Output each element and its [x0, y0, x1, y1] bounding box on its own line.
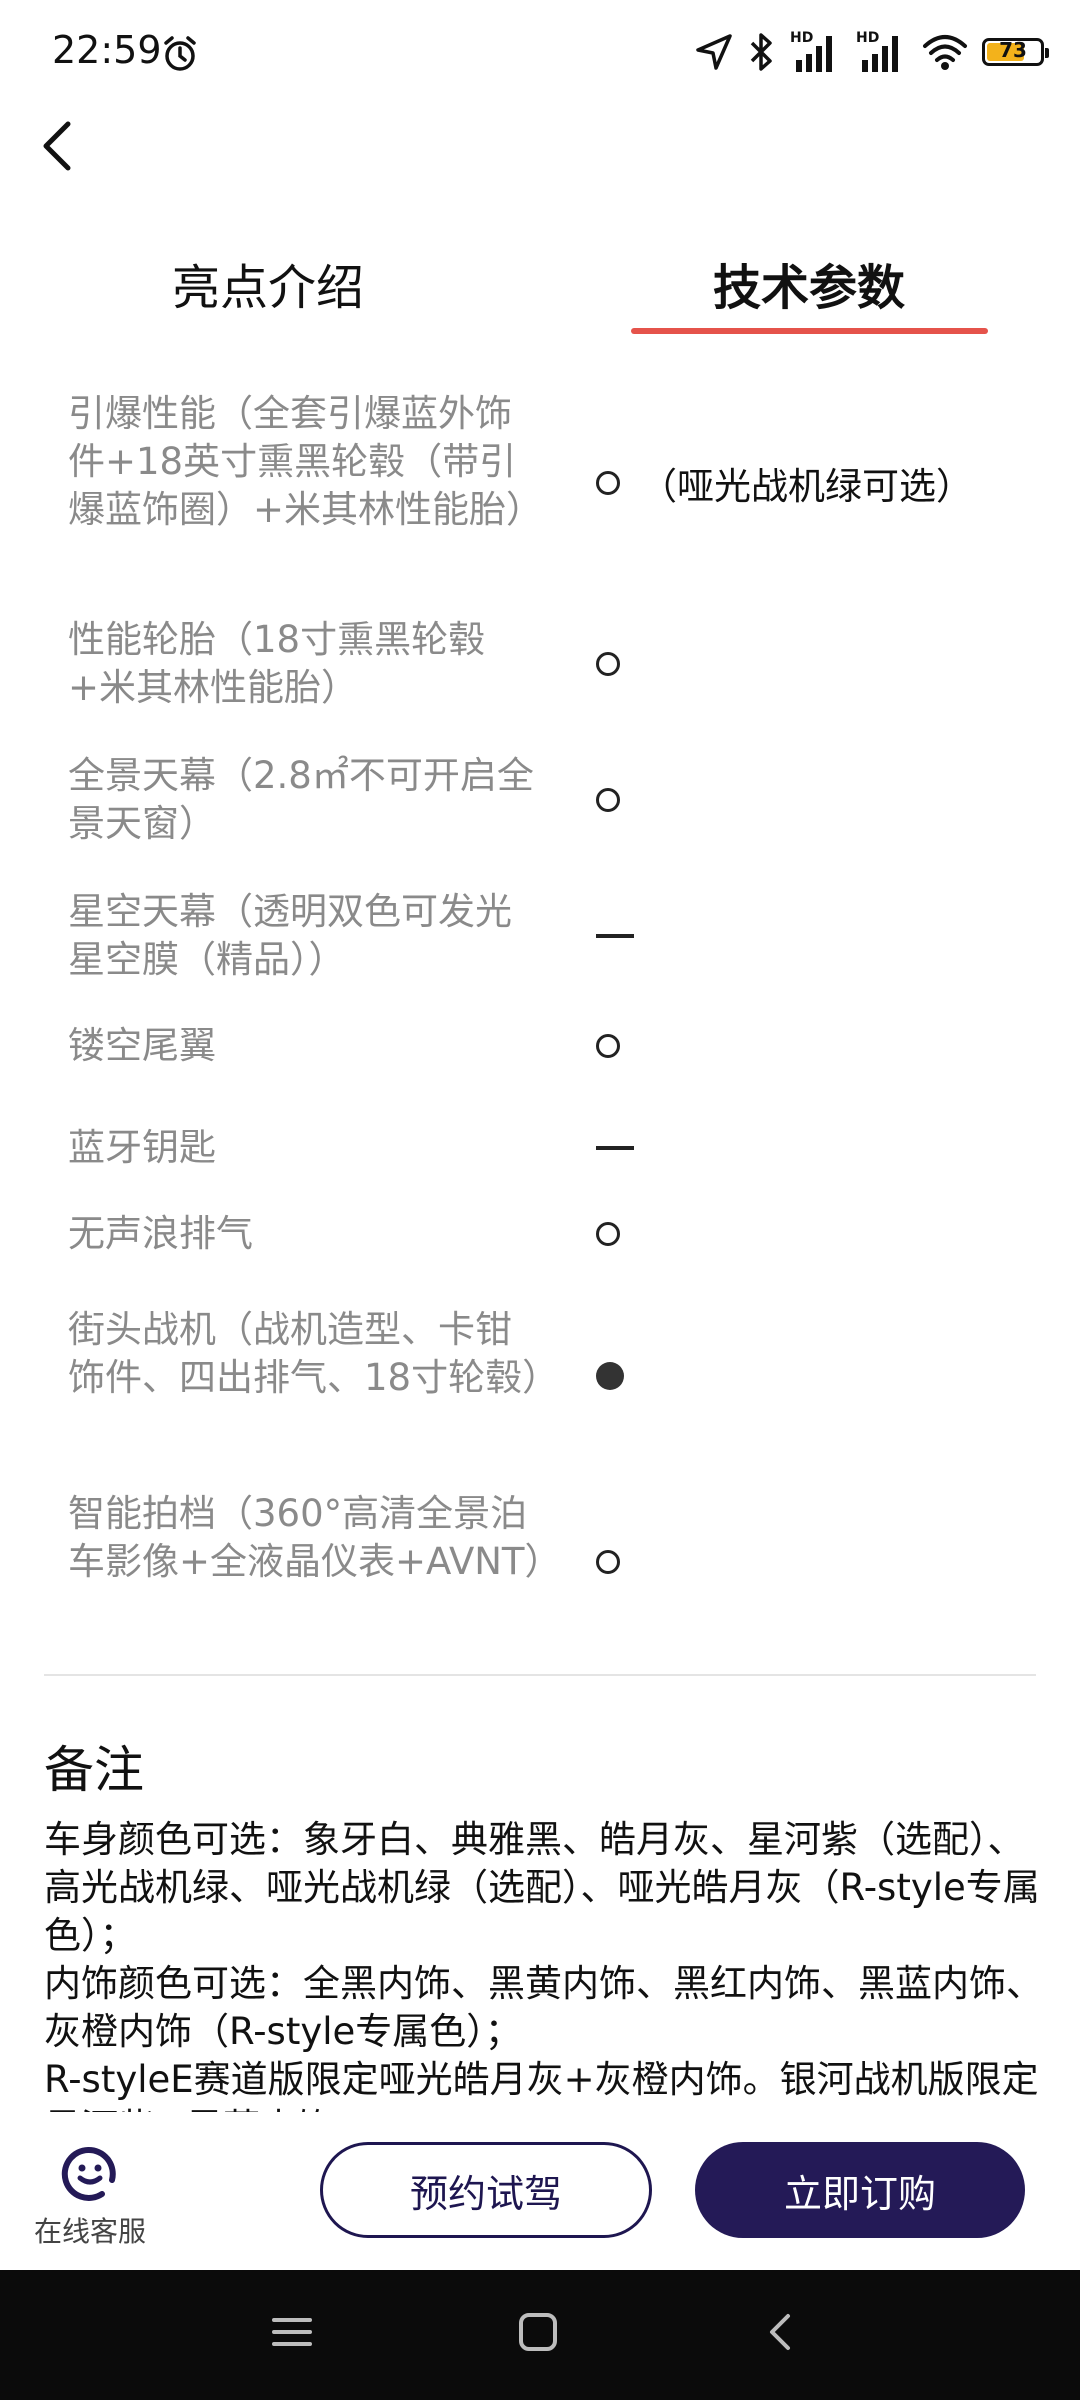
spec-row: 引爆性能（全套引爆蓝外饰件+18英寸熏黑轮毂（带引爆蓝饰圈）+米其林性能胎） （…	[0, 380, 1080, 580]
spec-row: 星空天幕（透明双色可发光星空膜（精品））	[0, 888, 1080, 998]
menu-icon[interactable]	[270, 2310, 314, 2354]
tab-specs[interactable]: 技术参数	[713, 248, 905, 318]
back-icon[interactable]	[760, 2310, 804, 2354]
optional-circle-icon	[596, 1550, 620, 1574]
spec-value	[596, 1362, 624, 1390]
system-nav-bar	[0, 2270, 1080, 2400]
spec-value	[596, 1550, 620, 1574]
optional-circle-icon	[596, 788, 620, 812]
spec-row: 街头战机（战机造型、卡钳饰件、四出排气、18寸轮毂）	[0, 1306, 1080, 1466]
wifi-icon	[923, 35, 967, 70]
online-service-button[interactable]: 在线客服	[30, 2142, 150, 2250]
spec-row: 智能拍档（360°高清全景泊车影像+全液晶仪表+AVNT）	[0, 1490, 1080, 1650]
spec-row: 镂空尾翼	[0, 1022, 1080, 1082]
signal-hd-icon: HD	[790, 30, 842, 74]
optional-circle-icon	[596, 652, 620, 676]
remarks-body: 车身颜色可选：象牙白、典雅黑、皓月灰、星河紫（选配）、高光战机绿、哑光战机绿（选…	[44, 1816, 1044, 2112]
bluetooth-icon	[750, 33, 772, 71]
spec-label: 引爆性能（全套引爆蓝外饰件+18英寸熏黑轮毂（带引爆蓝饰圈）+米其林性能胎）	[68, 392, 544, 531]
spec-value	[596, 1146, 634, 1150]
book-test-drive-button[interactable]: 预约试驾	[320, 2142, 652, 2238]
standard-dot-icon	[596, 1362, 624, 1390]
alarm-icon	[164, 36, 196, 71]
tab-highlights[interactable]: 亮点介绍	[172, 248, 364, 318]
spec-value	[596, 1222, 620, 1246]
not-available-dash-icon	[596, 934, 634, 938]
spec-row: 性能轮胎（18寸熏黑轮毂+米其林性能胎）	[0, 616, 1080, 726]
order-now-button[interactable]: 立即订购	[695, 2142, 1025, 2238]
spec-row: 全景天幕（2.8㎡不可开启全景天窗）	[0, 752, 1080, 862]
divider	[44, 1674, 1036, 1676]
spec-label: 全景天幕（2.8㎡不可开启全景天窗）	[68, 754, 534, 845]
online-service-label: 在线客服	[33, 2215, 146, 2248]
spec-value: （哑光战机绿可选）	[596, 456, 973, 510]
chevron-left-icon	[43, 121, 71, 171]
remarks-line: 车身颜色可选：象牙白、典雅黑、皓月灰、星河紫（选配）、高光战机绿、哑光战机绿（选…	[44, 1818, 1040, 1957]
optional-circle-icon	[596, 471, 620, 495]
spec-value	[596, 934, 634, 938]
not-available-dash-icon	[596, 1146, 634, 1150]
spec-value-text: （哑光战机绿可选）	[640, 465, 973, 508]
spec-row: 无声浪排气	[0, 1210, 1080, 1270]
home-icon[interactable]	[516, 2310, 560, 2354]
spec-value	[596, 788, 620, 812]
remarks-title: 备注	[44, 1741, 144, 1799]
spec-value	[596, 1034, 620, 1058]
bottom-action-bar: 在线客服 预约试驾 立即订购	[0, 2112, 1080, 2270]
remarks-line: R-styleE赛道版限定哑光皓月灰+灰橙内饰。银河战机版限定星河紫+黑蓝内饰。	[44, 2058, 1039, 2112]
spec-row: 蓝牙钥匙	[0, 1124, 1080, 1184]
spec-label: 智能拍档（360°高清全景泊车影像+全液晶仪表+AVNT）	[68, 1492, 562, 1583]
back-button[interactable]	[30, 108, 110, 188]
spec-label: 蓝牙钥匙	[68, 1126, 216, 1169]
optional-circle-icon	[596, 1034, 620, 1058]
remarks-line: 内饰颜色可选：全黑内饰、黑黄内饰、黑红内饰、黑蓝内饰、灰橙内饰（R-style专…	[44, 1962, 1043, 2053]
spec-label: 街头战机（战机造型、卡钳饰件、四出排气、18寸轮毂）	[68, 1308, 560, 1399]
status-time: 22:59	[52, 28, 162, 72]
battery-icon: 73	[982, 38, 1049, 66]
signal-hd-icon: HD	[856, 30, 908, 74]
spec-label: 星空天幕（透明双色可发光星空膜（精品））	[68, 890, 512, 981]
status-bar: 22:59 HD HD 73	[0, 0, 1080, 110]
spec-value	[596, 652, 620, 676]
status-icons: HD HD 73	[694, 30, 1049, 74]
tab-indicator	[631, 328, 988, 334]
spec-label: 镂空尾翼	[68, 1024, 216, 1067]
location-icon	[696, 34, 732, 70]
customer-service-icon	[61, 2146, 116, 2201]
spec-label: 无声浪排气	[68, 1212, 253, 1255]
battery-level: 73	[999, 38, 1027, 62]
optional-circle-icon	[596, 1222, 620, 1246]
spec-label: 性能轮胎（18寸熏黑轮毂+米其林性能胎）	[68, 618, 486, 709]
